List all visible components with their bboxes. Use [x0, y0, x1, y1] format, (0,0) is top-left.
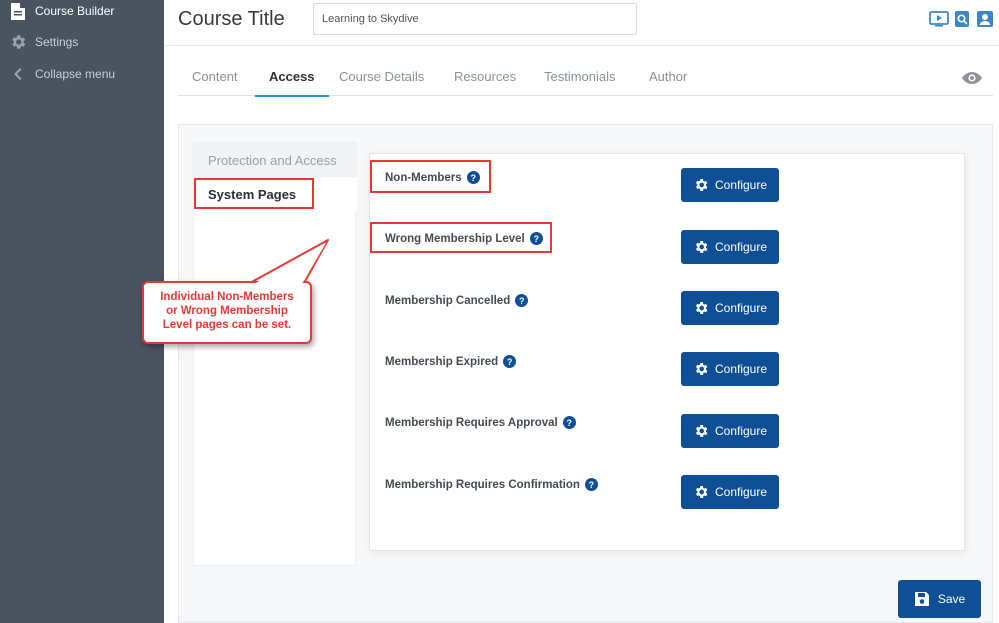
gear-icon	[695, 302, 708, 314]
highlight-box-system-pages	[194, 178, 314, 209]
tab-access[interactable]: Access	[255, 69, 328, 97]
sidebar-item-label: Settings	[35, 35, 79, 49]
eye-icon[interactable]	[961, 70, 983, 86]
tab-author[interactable]: Author	[649, 69, 687, 96]
configure-button-non-members[interactable]: Configure	[681, 168, 779, 202]
sidebar-item-settings[interactable]: Settings	[0, 29, 164, 55]
row-label-membership-cancelled: Membership Cancelled?	[385, 294, 529, 307]
tab-bar: Content Access Course Details Resources …	[178, 62, 993, 97]
help-icon[interactable]: ?	[562, 416, 576, 429]
configure-button-membership-cancelled[interactable]: Configure	[681, 291, 779, 325]
callout-line: or Wrong Membership	[166, 305, 288, 317]
video-icon[interactable]	[929, 10, 949, 28]
floppy-disk-icon	[914, 592, 929, 606]
gear-icon	[695, 241, 708, 253]
tab-course-details[interactable]: Course Details	[339, 69, 424, 96]
user-icon[interactable]	[975, 10, 995, 28]
sidebar-item-course-builder[interactable]: Course Builder	[0, 0, 164, 24]
row-label-membership-requires-confirmation: Membership Requires Confirmation?	[385, 478, 598, 491]
configure-button-membership-requires-confirmation[interactable]: Configure	[681, 475, 779, 509]
course-title-input[interactable]	[313, 3, 637, 35]
row-label-membership-expired: Membership Expired?	[385, 355, 517, 368]
callout-line: Level pages can be set.	[162, 319, 292, 331]
gear-icon	[695, 363, 708, 375]
callout-line: Individual Non-Members	[160, 291, 294, 303]
save-button[interactable]: Save	[898, 580, 981, 618]
system-pages-content: Non-Members? Configure Wrong Membership …	[369, 153, 965, 551]
sidebar-item-collapse-menu[interactable]: Collapse menu	[0, 61, 164, 87]
tab-content[interactable]: Content	[192, 69, 238, 96]
gear-icon	[9, 33, 27, 51]
gear-icon	[695, 425, 708, 437]
help-icon[interactable]: ?	[503, 355, 517, 368]
page-title: Course Title	[178, 8, 285, 30]
help-icon[interactable]: ?	[584, 478, 598, 491]
search-doc-icon[interactable]	[952, 10, 972, 28]
sidebar: Course Builder Settings Collapse menu	[0, 0, 164, 623]
header: Course Title	[164, 0, 999, 46]
tab-resources[interactable]: Resources	[454, 69, 516, 96]
highlight-box-non-members	[370, 160, 491, 193]
gear-icon	[695, 486, 708, 498]
configure-button-membership-expired[interactable]: Configure	[681, 352, 779, 386]
configure-button-wrong-membership-level[interactable]: Configure	[681, 230, 779, 264]
header-icons	[929, 10, 995, 28]
gear-icon	[695, 179, 708, 191]
tab-testimonials[interactable]: Testimonials	[544, 69, 616, 96]
highlight-box-wrong-membership-level	[370, 222, 552, 253]
annotation-callout: Individual Non-Members or Wrong Membersh…	[142, 281, 312, 344]
document-icon	[9, 2, 27, 20]
subnav-protection-and-access[interactable]: Protection and Access	[194, 143, 357, 177]
row-label-membership-requires-approval: Membership Requires Approval?	[385, 416, 576, 429]
help-icon[interactable]: ?	[515, 294, 529, 307]
chevron-left-icon	[9, 65, 27, 83]
sidebar-item-label: Collapse menu	[35, 67, 116, 81]
sidebar-item-label: Course Builder	[35, 4, 115, 18]
configure-button-membership-requires-approval[interactable]: Configure	[681, 414, 779, 448]
